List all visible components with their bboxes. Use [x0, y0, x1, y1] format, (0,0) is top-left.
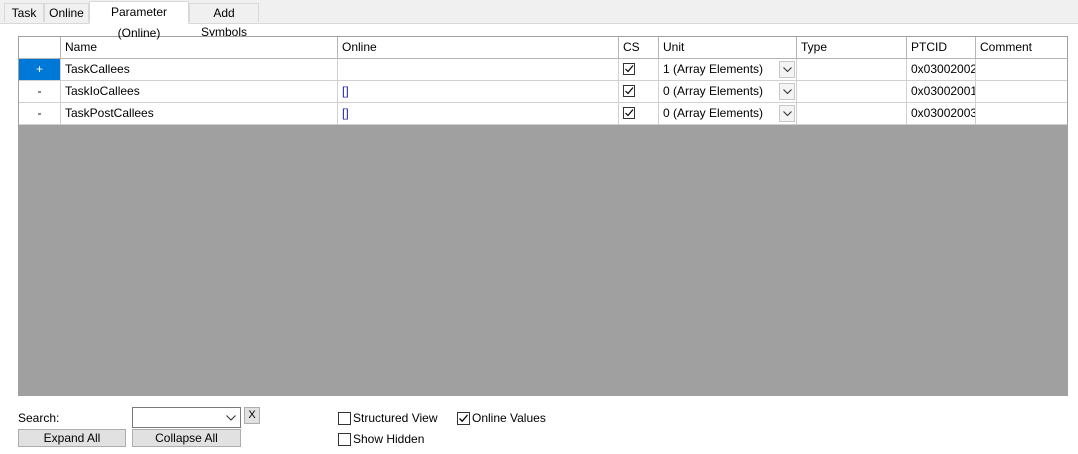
- collapse-all-button[interactable]: Collapse All: [132, 429, 241, 447]
- show-hidden-label[interactable]: Show Hidden: [353, 432, 424, 446]
- type-cell[interactable]: [797, 81, 907, 103]
- tab-parameter-online[interactable]: Parameter (Online): [89, 1, 189, 40]
- cs-checkbox[interactable]: [623, 85, 635, 97]
- cs-cell: [619, 59, 659, 81]
- name-cell[interactable]: TaskPostCallees: [61, 103, 338, 125]
- online-value-cell[interactable]: []: [338, 103, 619, 125]
- ptcid-cell[interactable]: 0x03002002: [907, 59, 976, 81]
- unit-cell[interactable]: 1 (Array Elements): [659, 59, 797, 81]
- checkmark-icon: [625, 65, 634, 73]
- online-values-label[interactable]: Online Values: [472, 411, 546, 425]
- cs-checkbox[interactable]: [623, 107, 635, 119]
- unit-cell[interactable]: 0 (Array Elements): [659, 81, 797, 103]
- column-header-type[interactable]: Type: [797, 37, 907, 59]
- checkmark-icon: [459, 414, 468, 423]
- unit-dropdown-button[interactable]: [779, 61, 795, 78]
- row-expander-button[interactable]: +: [19, 59, 61, 81]
- parameter-grid[interactable]: Name Online CS Unit Type PTCID Comment +…: [18, 36, 1068, 396]
- online-values-checkbox[interactable]: [457, 412, 470, 425]
- ptcid-cell[interactable]: 0x03002003: [907, 103, 976, 125]
- search-combobox[interactable]: [132, 407, 241, 428]
- structured-view-checkbox[interactable]: [338, 412, 351, 425]
- cs-checkbox[interactable]: [623, 63, 635, 75]
- column-header-unit[interactable]: Unit: [659, 37, 797, 59]
- tab-add-symbols[interactable]: Add Symbols: [189, 3, 259, 39]
- unit-value: 0 (Array Elements): [663, 106, 764, 120]
- unit-value: 1 (Array Elements): [663, 62, 764, 76]
- cs-cell: [619, 103, 659, 125]
- header-corner[interactable]: [19, 37, 61, 59]
- row-expander-button[interactable]: -: [19, 81, 61, 103]
- row-expander-button[interactable]: -: [19, 103, 61, 125]
- chevron-down-icon: [783, 111, 792, 117]
- chevron-down-icon: [783, 67, 792, 73]
- unit-value: 0 (Array Elements): [663, 84, 764, 98]
- structured-view-label[interactable]: Structured View: [353, 411, 438, 425]
- table-row[interactable]: - TaskIoCallees [] 0 (Array Elements) 0x…: [19, 81, 1067, 103]
- search-label: Search:: [18, 411, 60, 425]
- online-value-cell[interactable]: [338, 59, 619, 81]
- type-cell[interactable]: [797, 59, 907, 81]
- column-header-online[interactable]: Online: [338, 37, 619, 59]
- comment-cell[interactable]: [976, 103, 1067, 125]
- ptcid-cell[interactable]: 0x03002001: [907, 81, 976, 103]
- name-cell[interactable]: TaskIoCallees: [61, 81, 338, 103]
- column-header-name[interactable]: Name: [61, 37, 338, 59]
- name-cell[interactable]: TaskCallees: [61, 59, 338, 81]
- expand-all-button[interactable]: Expand All: [18, 429, 126, 447]
- tab-strip: Task Online Parameter (Online) Add Symbo…: [0, 0, 1078, 40]
- table-row[interactable]: + TaskCallees 1 (Array Elements) 0x03002…: [19, 59, 1067, 81]
- online-value-cell[interactable]: []: [338, 81, 619, 103]
- show-hidden-checkbox[interactable]: [338, 433, 351, 446]
- tab-task[interactable]: Task: [4, 3, 44, 22]
- column-header-ptcid[interactable]: PTCID: [907, 37, 976, 59]
- comment-cell[interactable]: [976, 59, 1067, 81]
- grid-header-row: Name Online CS Unit Type PTCID Comment: [19, 37, 1067, 59]
- cs-cell: [619, 81, 659, 103]
- clear-search-button[interactable]: X: [244, 407, 260, 424]
- checkmark-icon: [625, 109, 634, 117]
- tab-online[interactable]: Online: [44, 3, 89, 22]
- type-cell[interactable]: [797, 103, 907, 125]
- table-row[interactable]: - TaskPostCallees [] 0 (Array Elements) …: [19, 103, 1067, 125]
- chevron-down-icon[interactable]: [226, 415, 236, 421]
- unit-dropdown-button[interactable]: [779, 83, 795, 100]
- column-header-comment[interactable]: Comment: [976, 37, 1067, 59]
- column-header-cs[interactable]: CS: [619, 37, 659, 59]
- unit-dropdown-button[interactable]: [779, 105, 795, 122]
- unit-cell[interactable]: 0 (Array Elements): [659, 103, 797, 125]
- chevron-down-icon: [783, 89, 792, 95]
- comment-cell[interactable]: [976, 81, 1067, 103]
- checkmark-icon: [625, 87, 634, 95]
